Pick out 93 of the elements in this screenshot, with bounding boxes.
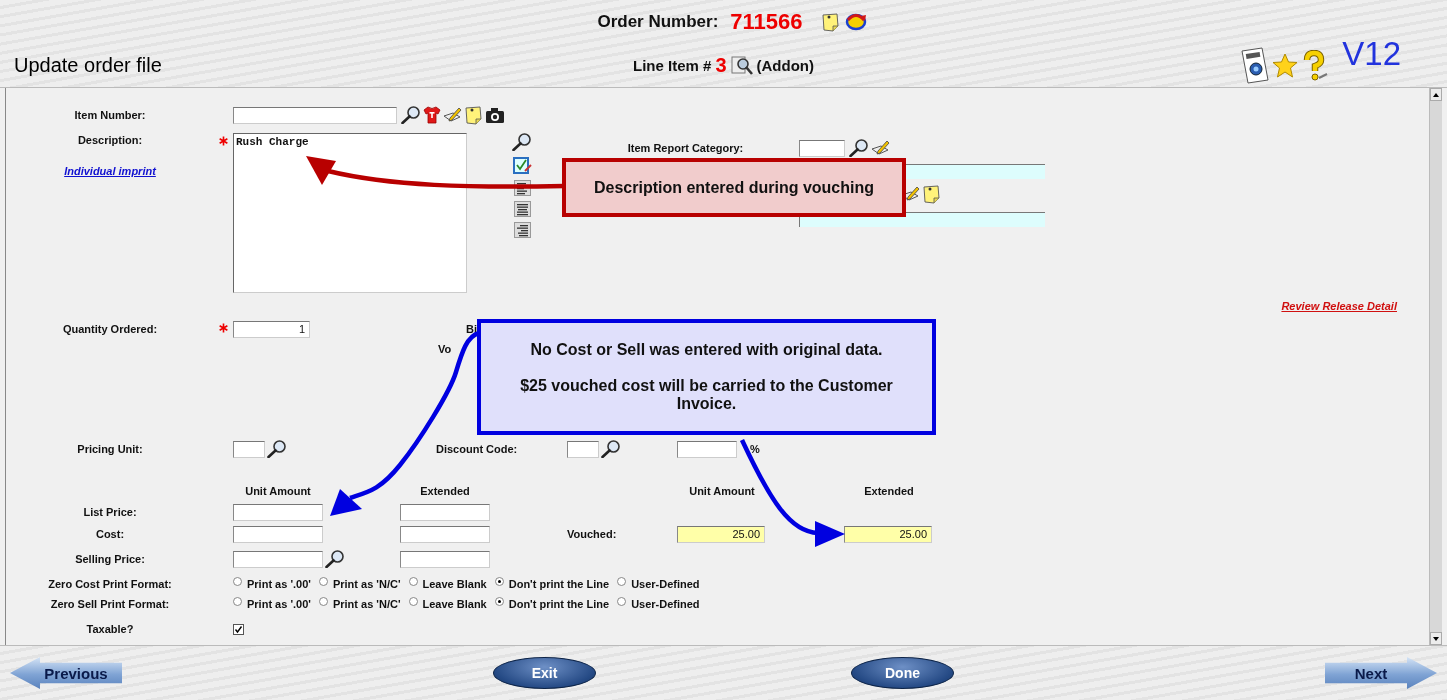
camera-icon[interactable] (485, 106, 505, 124)
input-field[interactable] (233, 503, 323, 521)
action-button[interactable]: Done (851, 657, 954, 689)
line-item-label: Line Item # (633, 57, 712, 74)
input-field[interactable] (677, 440, 737, 458)
menu-icon[interactable] (1240, 46, 1271, 85)
callout-text: $25 vouched cost will be carried to the Customer Invoice. (519, 377, 894, 413)
field-label: Quantity Ordered: (62, 323, 158, 335)
callout-text: Description entered during vouching (594, 178, 874, 197)
option-label: User-Defined (631, 578, 700, 590)
input-field[interactable] (400, 525, 490, 543)
search-icon[interactable] (512, 133, 532, 151)
radio-button[interactable] (318, 597, 328, 606)
search-icon[interactable] (325, 550, 345, 568)
order-number: 711566 (730, 9, 803, 35)
field-label: Cost: (95, 528, 125, 540)
input-field[interactable] (233, 525, 323, 543)
input-field[interactable]: 25.00 (844, 525, 932, 543)
order-number-label: Order Number: (597, 12, 719, 32)
callout-text: No Cost or Sell was entered with original data. (530, 341, 883, 359)
option-label: Print as 'N/C' (332, 598, 401, 610)
field-label: Zero Sell Print Format: (50, 598, 170, 610)
field-label: Description: (77, 134, 143, 146)
field-label: Item Report Category: (626, 142, 745, 154)
option-label: Print as '.00' (247, 578, 311, 590)
column-header: Unit Amount (244, 485, 312, 497)
option-label: User-Defined (631, 598, 700, 610)
search-icon[interactable] (401, 106, 421, 124)
column-header: Unit Amount (688, 485, 756, 497)
search-icon[interactable] (849, 139, 869, 157)
radio-button[interactable] (408, 577, 418, 586)
input-field[interactable] (567, 440, 599, 458)
action-button[interactable]: Exit (493, 657, 596, 689)
column-header: Extended (863, 485, 915, 497)
percent-sign: % (750, 443, 760, 455)
page-title: Update order file (13, 54, 163, 77)
radio-button[interactable] (617, 577, 627, 586)
tshirt-icon[interactable] (423, 106, 441, 124)
input-field[interactable] (799, 139, 845, 157)
option-label: Leave Blank (422, 598, 487, 610)
radio-button[interactable] (494, 577, 504, 586)
note-icon[interactable] (464, 105, 483, 125)
field-label: List Price: (83, 506, 137, 518)
option-label: Leave Blank (422, 578, 487, 590)
note-icon[interactable] (922, 184, 941, 204)
search-icon[interactable] (267, 440, 287, 458)
radio-button[interactable] (318, 577, 328, 586)
field-label: Pricing Unit: (77, 443, 143, 455)
checklist-edit-icon[interactable] (512, 156, 532, 175)
scrollbar[interactable] (1429, 88, 1442, 645)
field-label: Vouched: (567, 528, 617, 540)
column-header: Extended (419, 485, 471, 497)
field-label: Selling Price: (75, 553, 145, 565)
edit-icon[interactable] (871, 140, 890, 156)
option-label: Don't print the Line (508, 578, 610, 590)
zoom-icon[interactable] (730, 55, 753, 76)
edit-icon[interactable] (443, 107, 462, 123)
input-field[interactable] (233, 440, 265, 458)
taxable-checkbox[interactable] (233, 623, 244, 635)
option-label: Print as 'N/C' (332, 578, 401, 590)
field-label: Item Number: (74, 109, 146, 121)
justify-icon[interactable] (513, 201, 531, 217)
field-label: Zero Cost Print Format: (48, 578, 172, 590)
align-right-icon[interactable] (513, 222, 531, 238)
radio-button[interactable] (233, 577, 242, 586)
search-icon[interactable] (601, 440, 621, 458)
field-label: Discount Code: (436, 443, 518, 455)
review-release-link[interactable]: Review Release Detail (1281, 300, 1397, 312)
option-label: Don't print the Line (508, 598, 610, 610)
nav-arrow-button[interactable]: Next (1325, 657, 1437, 689)
refresh-icon[interactable] (843, 12, 868, 32)
field-label: Vo (438, 343, 452, 355)
line-item-type: (Addon) (756, 57, 814, 74)
input-field[interactable] (233, 550, 323, 568)
input-field[interactable]: 1 (233, 320, 310, 338)
input-field[interactable] (400, 503, 490, 521)
note-icon[interactable] (820, 12, 840, 32)
version-label: V12 (1342, 34, 1401, 73)
field-label: Bi (466, 323, 477, 335)
radio-button[interactable] (494, 597, 504, 606)
radio-button[interactable] (617, 597, 627, 606)
option-label: Print as '.00' (247, 598, 311, 610)
description-field[interactable]: Rush Charge (233, 133, 467, 293)
field-label: Taxable? (86, 623, 134, 635)
input-field[interactable] (233, 106, 397, 124)
radio-button[interactable] (233, 597, 242, 606)
input-field[interactable] (400, 550, 490, 568)
radio-button[interactable] (408, 597, 418, 606)
input-field[interactable]: 25.00 (677, 525, 765, 543)
imprint-link[interactable]: Individual imprint (64, 165, 156, 177)
favorites-star-icon[interactable] (1272, 52, 1299, 79)
line-item-number: 3 (715, 54, 727, 77)
nav-arrow-button[interactable]: Previous (10, 657, 122, 689)
